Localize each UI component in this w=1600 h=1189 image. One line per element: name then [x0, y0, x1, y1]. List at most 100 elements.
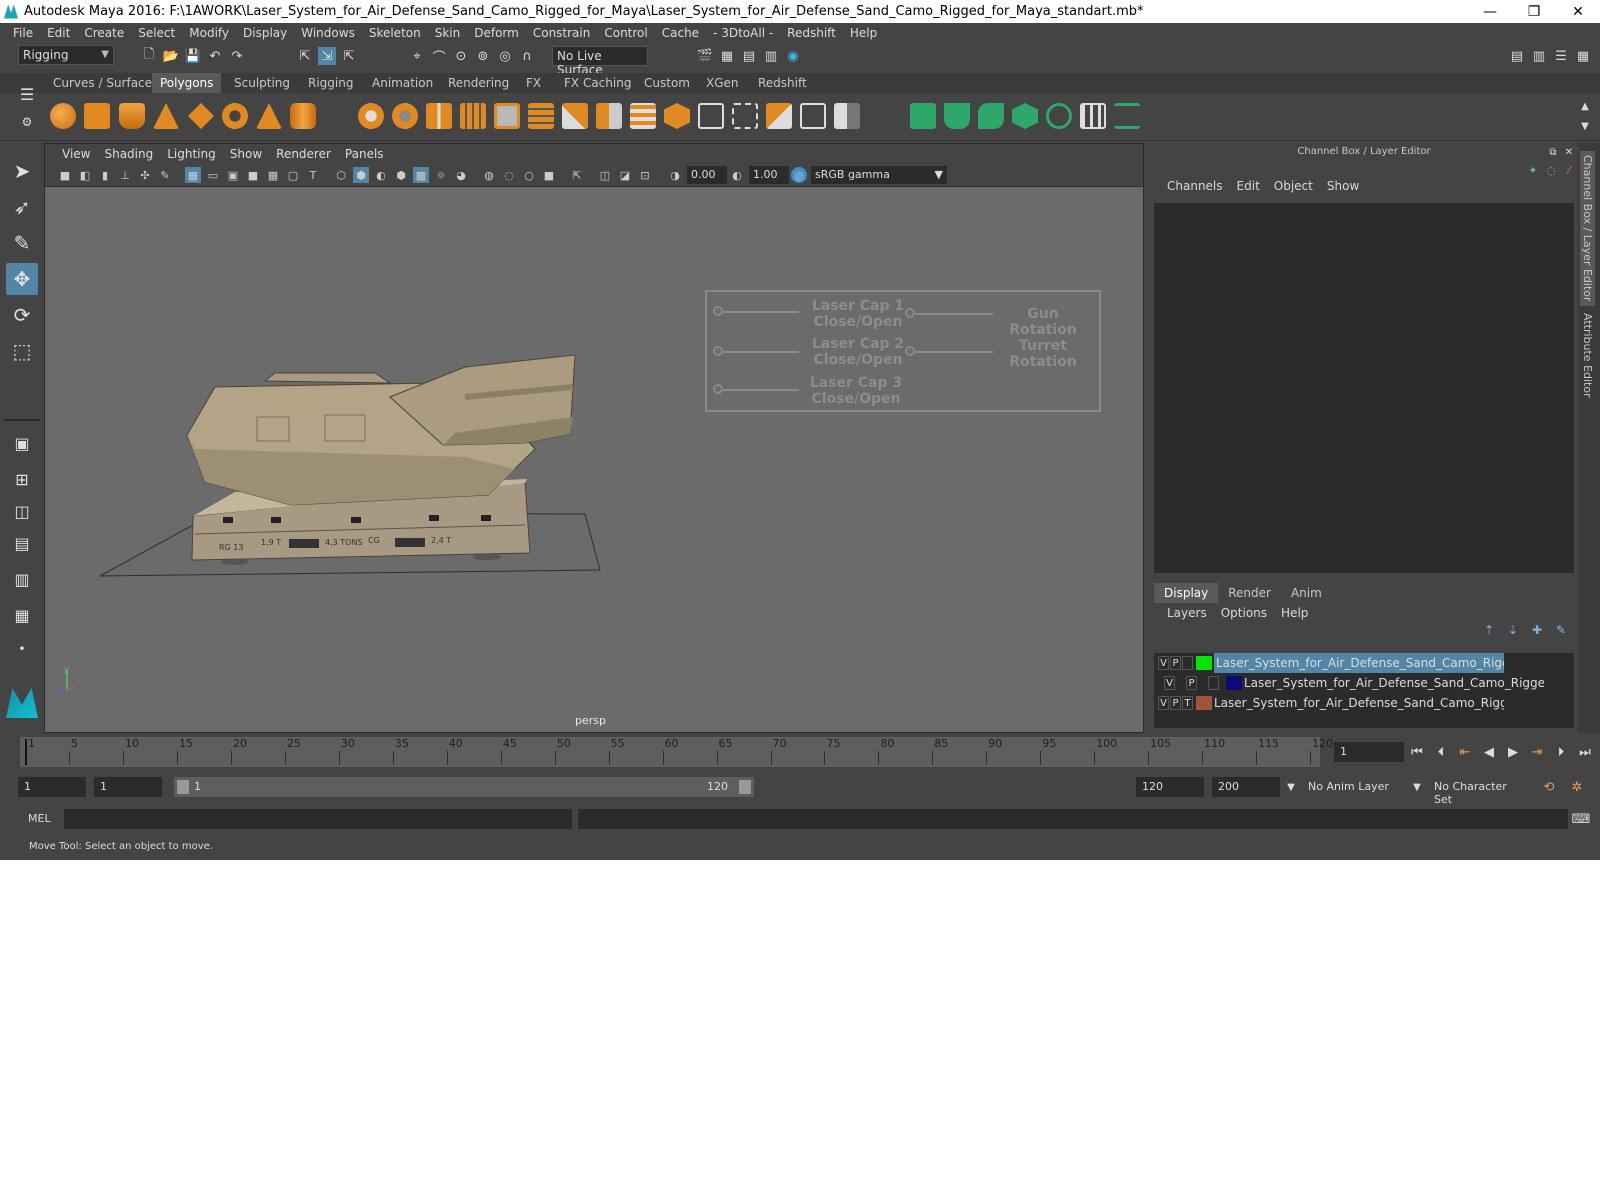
camera-attr-icon[interactable]: ◧ — [77, 167, 93, 183]
separate-icon[interactable] — [392, 103, 418, 129]
cb-menu-show[interactable]: Show — [1320, 179, 1366, 197]
range-handle-end[interactable] — [739, 780, 751, 794]
exposure-icon[interactable]: ◑ — [667, 167, 683, 183]
lasso-tool-icon[interactable]: ➶ — [6, 191, 38, 223]
bookmark-icon[interactable]: ▮ — [97, 167, 113, 183]
menu-3dtoall[interactable]: - 3DtoAll - — [706, 26, 780, 40]
outliner-icon[interactable]: ☰ — [1552, 47, 1570, 65]
wireframe-icon[interactable]: ⬡ — [333, 167, 349, 183]
xray-icon[interactable]: ◫ — [597, 167, 613, 183]
scene-view[interactable]: RG 13 1,9 T 4,3 TONS CG 2,4 T y z — [45, 187, 1143, 732]
close-button[interactable]: ✕ — [1556, 0, 1600, 23]
time-slider-track[interactable]: 1 5 10 15 20 25 30 35 40 45 50 55 60 65 70 75 80 85 90 95 10… — [20, 737, 1333, 767]
shadows-icon[interactable]: ◕ — [453, 167, 469, 183]
new-scene-icon[interactable]: 🗋 — [140, 47, 158, 65]
menu-skin[interactable]: Skin — [428, 26, 468, 40]
laser-cap-2-control[interactable] — [713, 346, 723, 356]
menu-redshift[interactable]: Redshift — [780, 26, 843, 40]
cb-menu-edit[interactable]: Edit — [1230, 179, 1267, 197]
select-tool-icon[interactable]: ➤ — [6, 155, 38, 187]
multi-cut-icon[interactable] — [562, 103, 588, 129]
ipr-icon[interactable]: ▤ — [740, 47, 758, 65]
uv-editor-icon[interactable] — [698, 103, 724, 129]
current-frame-field[interactable]: 1 — [1334, 742, 1404, 762]
gun-rotation-control[interactable] — [905, 308, 915, 318]
poly-cube-icon[interactable] — [84, 103, 110, 129]
script-language-label[interactable]: MEL — [28, 812, 51, 825]
menu-windows[interactable]: Windows — [294, 26, 362, 40]
vp-menu-panels[interactable]: Panels — [338, 147, 391, 161]
gamma-field[interactable]: 1.00 — [749, 166, 789, 184]
shelf-tab-animation[interactable]: Animation — [364, 73, 441, 93]
snap-surface-icon[interactable]: ◎ — [496, 47, 514, 65]
rs-mesh-icon[interactable] — [910, 103, 936, 129]
four-view-icon[interactable]: ⊞ — [6, 463, 38, 495]
menu-file[interactable]: File — [6, 26, 40, 40]
side-tab-channel-box[interactable]: Channel Box / Layer Editor — [1580, 151, 1595, 306]
lights-icon[interactable]: ☼ — [433, 167, 449, 183]
bridge-icon[interactable] — [528, 103, 554, 129]
ambient-occlusion-icon[interactable]: ◍ — [481, 167, 497, 183]
script-editor-icon[interactable]: ⌨ — [1572, 810, 1591, 828]
go-to-start-icon[interactable]: ⏮ — [1408, 743, 1426, 761]
shelf-tab-sculpting[interactable]: Sculpting — [226, 73, 298, 93]
minimize-button[interactable]: — — [1468, 0, 1512, 23]
menu-skeleton[interactable]: Skeleton — [362, 26, 428, 40]
colorspace-dropdown[interactable]: sRGB gamma ▼ — [811, 166, 947, 184]
vp-menu-lighting[interactable]: Lighting — [160, 147, 223, 161]
hypershade-layout-icon[interactable]: ▦ — [6, 599, 38, 631]
new-layer-icon[interactable]: ✚ — [1528, 621, 1546, 639]
layout-icon[interactable]: ▥ — [1530, 47, 1548, 65]
current-time-marker[interactable] — [25, 739, 27, 765]
snap-grid-icon[interactable]: ⌖ — [408, 47, 426, 65]
animation-start-field[interactable]: 1 — [18, 777, 86, 797]
poly-pipe-icon[interactable] — [290, 103, 316, 129]
shelf-tab-redshift[interactable]: Redshift — [750, 73, 815, 93]
menu-help[interactable]: Help — [843, 26, 884, 40]
step-back-icon[interactable]: ⏴ — [1432, 743, 1450, 761]
paint-select-tool-icon[interactable]: ✎ — [6, 227, 38, 259]
shelf-scroll-down-icon[interactable]: ▼ — [1576, 117, 1594, 135]
redo-icon[interactable]: ↷ — [228, 47, 246, 65]
shelf-tab-curves[interactable]: Curves / Surfaces — [45, 73, 166, 93]
render-settings-icon[interactable]: ▥ — [762, 47, 780, 65]
le-menu-help[interactable]: Help — [1274, 606, 1315, 620]
menu-display[interactable]: Display — [236, 26, 294, 40]
chevron-down-icon[interactable]: ▼ — [1408, 778, 1426, 796]
textured-icon[interactable]: ▩ — [413, 167, 429, 183]
snap-curve-icon[interactable]: ⌒ — [430, 47, 448, 66]
hyper-icon[interactable]: ⁄ — [1560, 161, 1578, 179]
shelf-menu-icon[interactable]: ☰ — [18, 85, 36, 104]
shelf-tab-custom[interactable]: Custom — [636, 73, 698, 93]
save-scene-icon[interactable]: 💾 — [184, 47, 202, 65]
visibility-toggle[interactable]: V — [1158, 656, 1169, 670]
menu-deform[interactable]: Deform — [467, 26, 526, 40]
render-icon[interactable]: ▦ — [718, 47, 736, 65]
snap-view-icon[interactable]: ⊚ — [474, 47, 492, 65]
auto-map-icon[interactable] — [766, 103, 792, 129]
laser-cap-3-control[interactable] — [713, 384, 723, 394]
type-toggle[interactable]: T — [1182, 696, 1193, 710]
open-scene-icon[interactable]: 📂 — [162, 47, 180, 65]
vp-menu-view[interactable]: View — [55, 147, 97, 161]
poly-sphere-icon[interactable] — [50, 103, 76, 129]
shelf-tab-rigging[interactable]: Rigging — [300, 73, 361, 93]
layout-uv-icon[interactable] — [834, 103, 860, 129]
poly-pyramid-icon[interactable] — [256, 103, 282, 129]
chevron-down-icon[interactable]: ▼ — [1282, 778, 1300, 796]
le-menu-layers[interactable]: Layers — [1160, 606, 1214, 620]
tab-render[interactable]: Render — [1218, 583, 1281, 603]
layouts-menu-icon[interactable]: • — [6, 633, 38, 665]
play-forwards-icon[interactable]: ▶ — [1504, 743, 1522, 761]
poly-cylinder-icon[interactable] — [119, 103, 145, 129]
anti-alias-icon[interactable]: ○ — [521, 167, 537, 183]
cb-menu-object[interactable]: Object — [1267, 179, 1320, 197]
single-view-icon[interactable]: ▣ — [6, 427, 38, 459]
type-toggle[interactable] — [1208, 676, 1219, 690]
channel-list[interactable] — [1154, 203, 1574, 573]
tab-anim[interactable]: Anim — [1281, 583, 1332, 603]
xray-joints-icon[interactable]: ⊡ — [637, 167, 653, 183]
default-material-icon[interactable]: ◐ — [373, 167, 389, 183]
grid-icon[interactable]: ▦ — [185, 167, 201, 183]
rotate-tool-icon[interactable]: ⟳ — [6, 299, 38, 331]
